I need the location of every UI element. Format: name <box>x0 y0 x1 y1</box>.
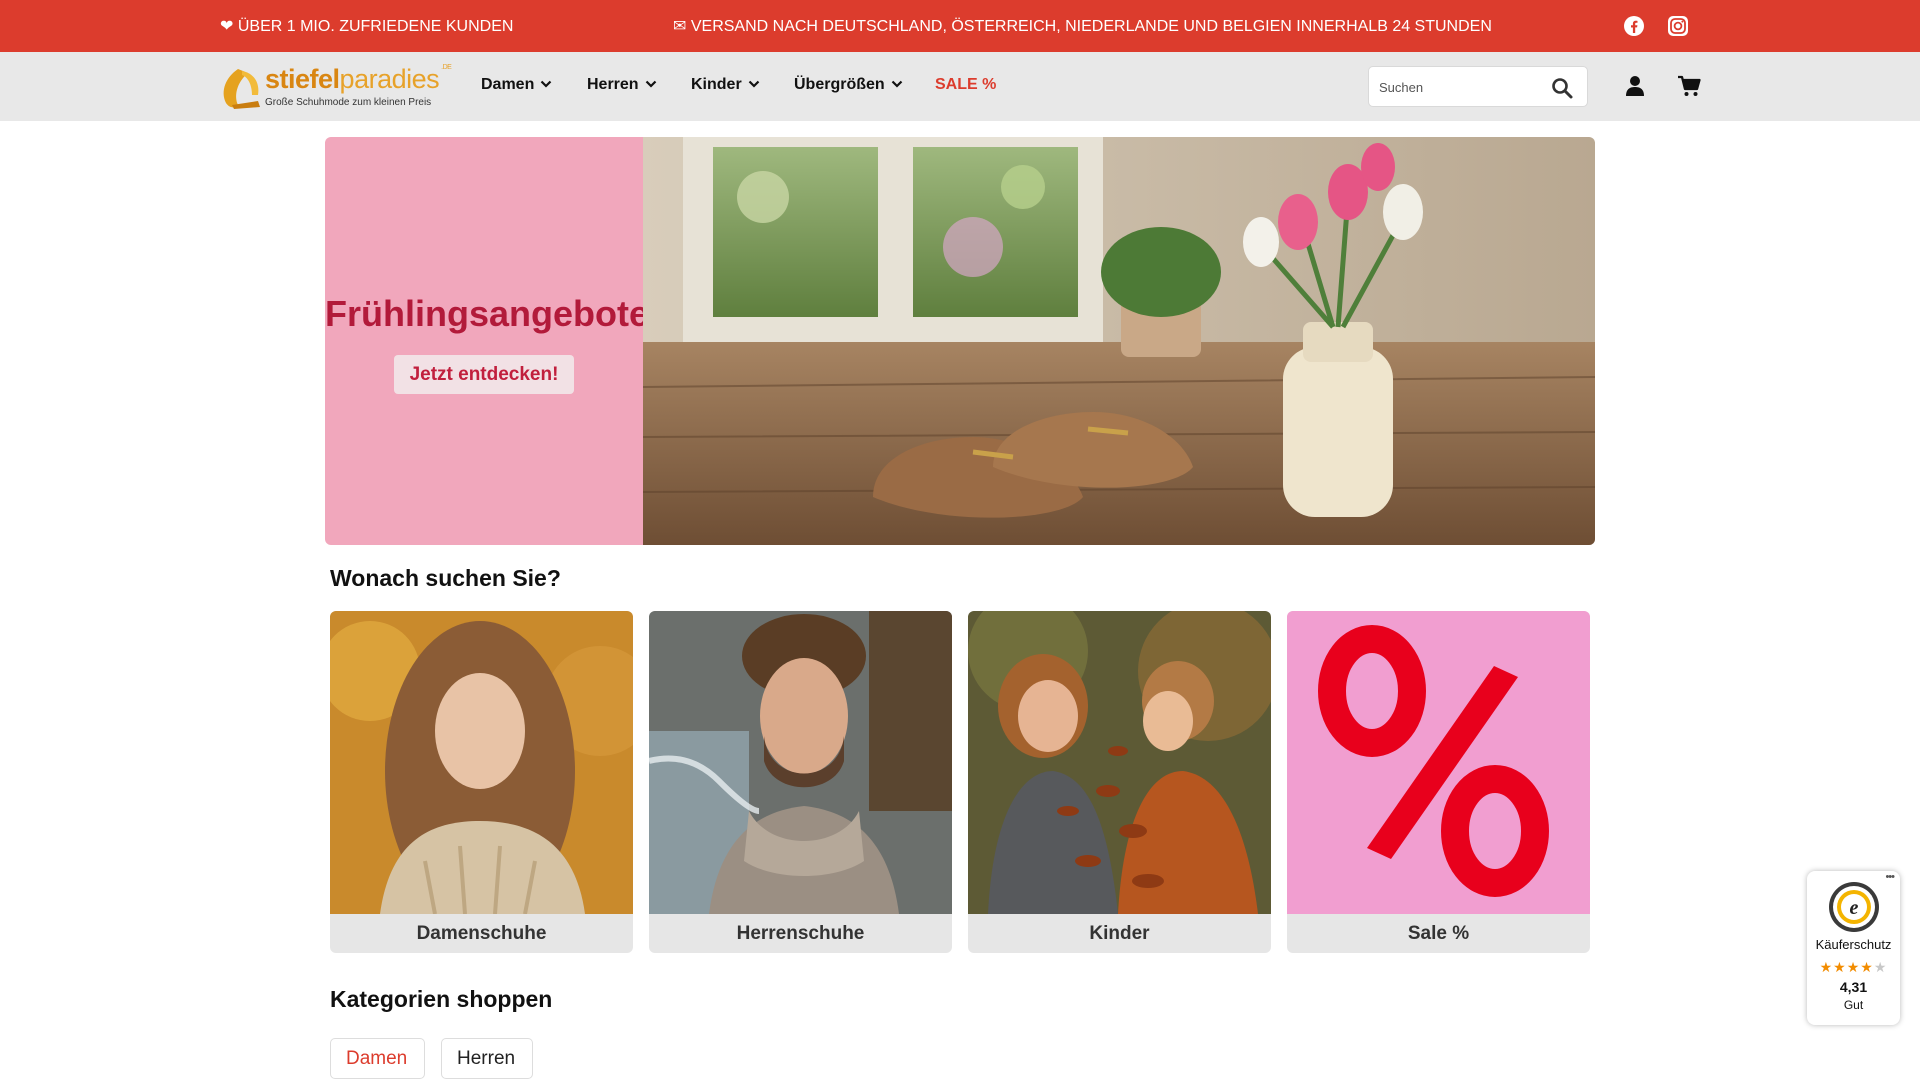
chevron-down-icon <box>891 80 902 88</box>
damen-image <box>330 611 633 914</box>
shipping-message: ✉ VERSAND NACH DEUTSCHLAND, ÖSTERREICH, … <box>673 18 1492 35</box>
herren-image <box>649 611 952 914</box>
section-heading: Wonach suchen Sie? <box>330 565 561 591</box>
card-label: Damenschuhe <box>416 923 547 944</box>
hero-text-panel: Frühlingsangebote Jetzt entdecken! <box>325 137 649 545</box>
card-label: Sale % <box>1407 923 1470 944</box>
top-announcement-bar: ❤ ÜBER 1 MIO. ZUFRIEDENE KUNDEN ✉ VERSAN… <box>0 0 1920 52</box>
card-label: Kinder <box>1089 923 1150 944</box>
user-icon[interactable] <box>1625 75 1645 97</box>
trusted-shops-badge[interactable]: ••• e Käuferschutz ★★★★★ 4,31 Gut <box>1807 871 1900 1025</box>
section-heading: Kategorien shoppen <box>330 986 553 1012</box>
main-header: stiefelparadies .DE Große Schuhmode zum k… <box>0 52 1920 121</box>
nav-label: Herren <box>587 76 639 93</box>
category-card-sale[interactable]: Sale % <box>1287 611 1590 953</box>
svg-text:e: e <box>1850 897 1859 919</box>
category-card-herren[interactable]: Herrenschuhe <box>649 611 952 953</box>
trusted-shops-seal-icon: e <box>1829 882 1879 932</box>
rating-stars: ★★★★★ <box>1819 959 1888 975</box>
boot-logo-icon <box>223 69 260 109</box>
nav-sale[interactable]: SALE % <box>935 76 996 94</box>
category-card-kinder[interactable]: Kinder <box>968 611 1271 953</box>
nav-damen[interactable]: Damen <box>481 76 552 94</box>
hero-title: Frühlingsangebote <box>325 293 649 334</box>
rating-grade: Gut <box>1843 998 1864 1012</box>
nav-label: Kinder <box>691 76 742 93</box>
search-input[interactable] <box>1379 77 1539 97</box>
nav-label: Damen <box>481 76 535 93</box>
kinder-image <box>968 611 1271 914</box>
nav-uebergroessen[interactable]: Übergrößen <box>794 76 903 94</box>
category-card-damen[interactable]: Damenschuhe <box>330 611 633 953</box>
search-icon[interactable] <box>1550 76 1574 100</box>
logo-wordmark: stiefelparadies .DE <box>265 64 452 94</box>
chevron-down-icon <box>645 80 656 88</box>
hero-banner[interactable]: Frühlingsangebote Jetzt entdecken! <box>325 137 1595 545</box>
rating-score: 4,31 <box>1839 979 1868 995</box>
logo[interactable]: stiefelparadies .DE Große Schuhmode zum k… <box>218 61 452 113</box>
search-box <box>1368 66 1588 107</box>
discover-button[interactable]: Jetzt entdecken! <box>394 355 574 394</box>
nav-label: Übergrößen <box>794 76 885 93</box>
chevron-down-icon <box>748 80 759 88</box>
trust-label: Käuferschutz <box>1815 937 1892 952</box>
cart-icon[interactable] <box>1677 75 1701 97</box>
hero-image <box>643 137 1595 545</box>
more-icon[interactable]: ••• <box>1885 871 1895 883</box>
card-label: Herrenschuhe <box>736 923 865 944</box>
customers-message: ❤ ÜBER 1 MIO. ZUFRIEDENE KUNDEN <box>220 18 514 35</box>
facebook-icon[interactable] <box>1623 15 1645 37</box>
tab-herren[interactable]: Herren <box>441 1038 533 1079</box>
chevron-down-icon <box>541 80 552 88</box>
percent-image <box>1287 611 1590 914</box>
tab-damen[interactable]: Damen <box>330 1038 425 1079</box>
logo-tagline: Große Schuhmode zum kleinen Preis <box>265 97 432 108</box>
instagram-icon[interactable] <box>1667 15 1689 37</box>
nav-kinder[interactable]: Kinder <box>691 76 760 94</box>
nav-herren[interactable]: Herren <box>587 76 657 94</box>
